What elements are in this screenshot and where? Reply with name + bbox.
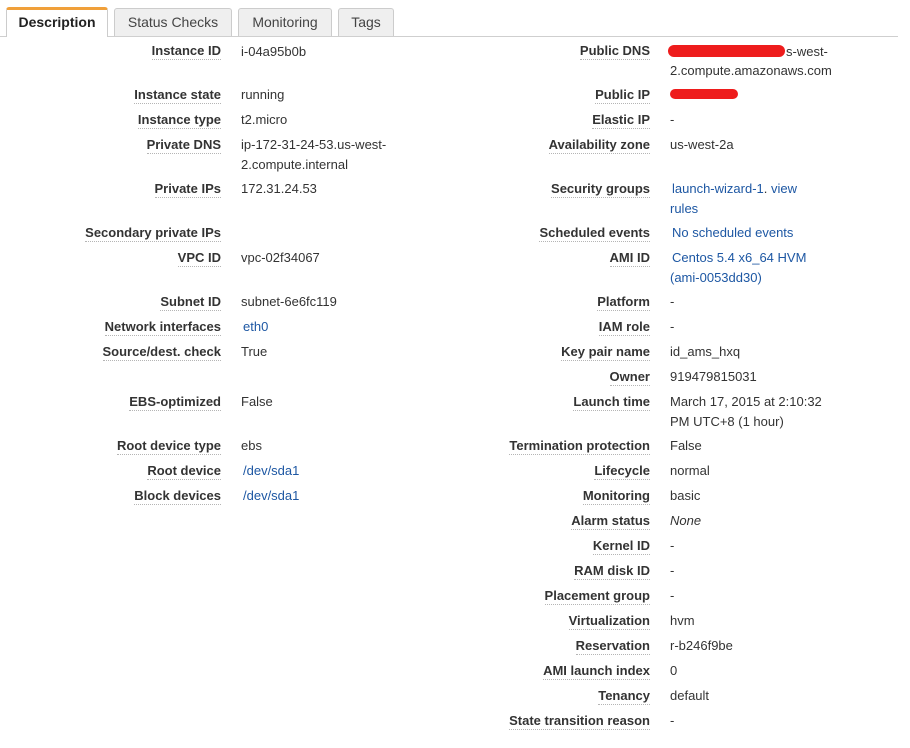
ami-launch-index-label: AMI launch index [543,663,650,680]
placement-group-value: - [670,588,675,603]
scheduled-events-label: Scheduled events [539,225,650,242]
tab-bar: Description Status Checks Monitoring Tag… [0,0,910,38]
reservation-label: Reservation [575,638,650,655]
scheduled-events-link[interactable]: No scheduled events [672,223,793,243]
tab-description[interactable]: Description [6,7,108,37]
public-dns-value-line1: s-west- [786,44,828,59]
row-tenancy: Tenancy [0,687,650,707]
tab-tags[interactable]: Tags [338,8,394,36]
alarm-status-value: None [670,513,702,528]
termination-protection-value: False [670,438,702,453]
row-platform: Platform [0,293,650,313]
availability-zone-value: us-west-2a [670,137,734,152]
platform-value: - [670,294,675,309]
placement-group-label: Placement group [544,588,650,605]
ram-disk-id-value: - [670,563,675,578]
iam-role-value: - [670,319,675,334]
state-transition-reason-label: State transition reason [509,713,650,730]
row-ami-id: AMI ID [0,249,650,269]
private-dns-value-line2: 2.compute.internal [241,157,348,172]
row-security-groups: Security groups [0,180,650,200]
row-scheduled-events: Scheduled events [0,224,650,244]
public-dns-label: Public DNS [579,43,650,60]
launch-time-label: Launch time [573,394,650,411]
security-groups-label: Security groups [551,181,650,198]
reservation-value: r-b246f9be [670,638,733,653]
iam-role-label: IAM role [598,319,650,336]
ami-id-label: AMI ID [609,250,650,267]
availability-zone-label: Availability zone [548,137,650,154]
owner-value: 919479815031 [670,369,757,384]
elastic-ip-value: - [670,112,675,127]
key-pair-name-label: Key pair name [561,344,650,361]
security-group-link[interactable]: launch-wizard-1 [672,181,764,196]
view-rules-link-line2[interactable]: rules [670,199,698,219]
public-ip-label: Public IP [595,87,650,104]
key-pair-name-value: id_ams_hxq [670,344,741,359]
ami-id-link-line1[interactable]: Centos 5.4 x6_64 HVM [672,248,806,268]
owner-label: Owner [609,369,650,386]
virtualization-value: hvm [670,613,695,628]
virtualization-label: Virtualization [568,613,650,630]
security-groups-separator: . [763,181,771,196]
monitoring-value: basic [670,488,701,503]
kernel-id-label: Kernel ID [592,538,650,555]
row-alarm-status: Alarm status [0,512,650,532]
tenancy-value: default [670,688,710,703]
row-reservation: Reservation [0,637,650,657]
row-termination-protection: Termination protection [0,437,650,457]
row-availability-zone: Availability zone [0,136,650,156]
row-lifecycle: Lifecycle [0,462,650,482]
row-state-transition-reason: State transition reason [0,712,650,732]
launch-time-value-line1: March 17, 2015 at 2:10:32 [670,394,822,409]
termination-protection-label: Termination protection [509,438,650,455]
security-groups-value: launch-wizard-1. view [672,179,797,199]
tab-divider [0,36,898,37]
tab-monitoring[interactable]: Monitoring [238,8,332,36]
ram-disk-id-label: RAM disk ID [574,563,650,580]
lifecycle-value: normal [670,463,710,478]
lifecycle-label: Lifecycle [594,463,650,480]
state-transition-reason-value: - [670,713,675,728]
row-elastic-ip: Elastic IP [0,111,650,131]
redaction-mark [670,89,738,99]
row-launch-time: Launch time [0,393,650,413]
row-placement-group: Placement group [0,587,650,607]
row-public-ip: Public IP [0,86,650,106]
row-owner: Owner [0,368,650,388]
row-public-dns: Public DNS [0,42,650,62]
row-virtualization: Virtualization [0,612,650,632]
row-iam-role: IAM role [0,318,650,338]
public-dns-value-line2: 2.compute.amazonaws.com [670,63,832,78]
monitoring-label: Monitoring [582,488,650,505]
row-key-pair-name: Key pair name [0,343,650,363]
platform-label: Platform [597,294,650,311]
elastic-ip-label: Elastic IP [592,112,650,129]
tab-status-checks[interactable]: Status Checks [114,8,232,36]
ami-launch-index-value: 0 [670,663,678,678]
row-ami-launch-index: AMI launch index [0,662,650,682]
launch-time-value-line2: PM UTC+8 (1 hour) [670,414,784,429]
ami-id-link-line2[interactable]: (ami-0053dd30) [670,268,762,288]
row-kernel-id: Kernel ID [0,537,650,557]
alarm-status-label: Alarm status [571,513,650,530]
redaction-mark [668,45,785,57]
row-ram-disk-id: RAM disk ID [0,562,650,582]
row-monitoring: Monitoring [0,487,650,507]
tenancy-label: Tenancy [598,688,650,705]
kernel-id-value: - [670,538,675,553]
view-rules-link[interactable]: view [771,181,797,196]
